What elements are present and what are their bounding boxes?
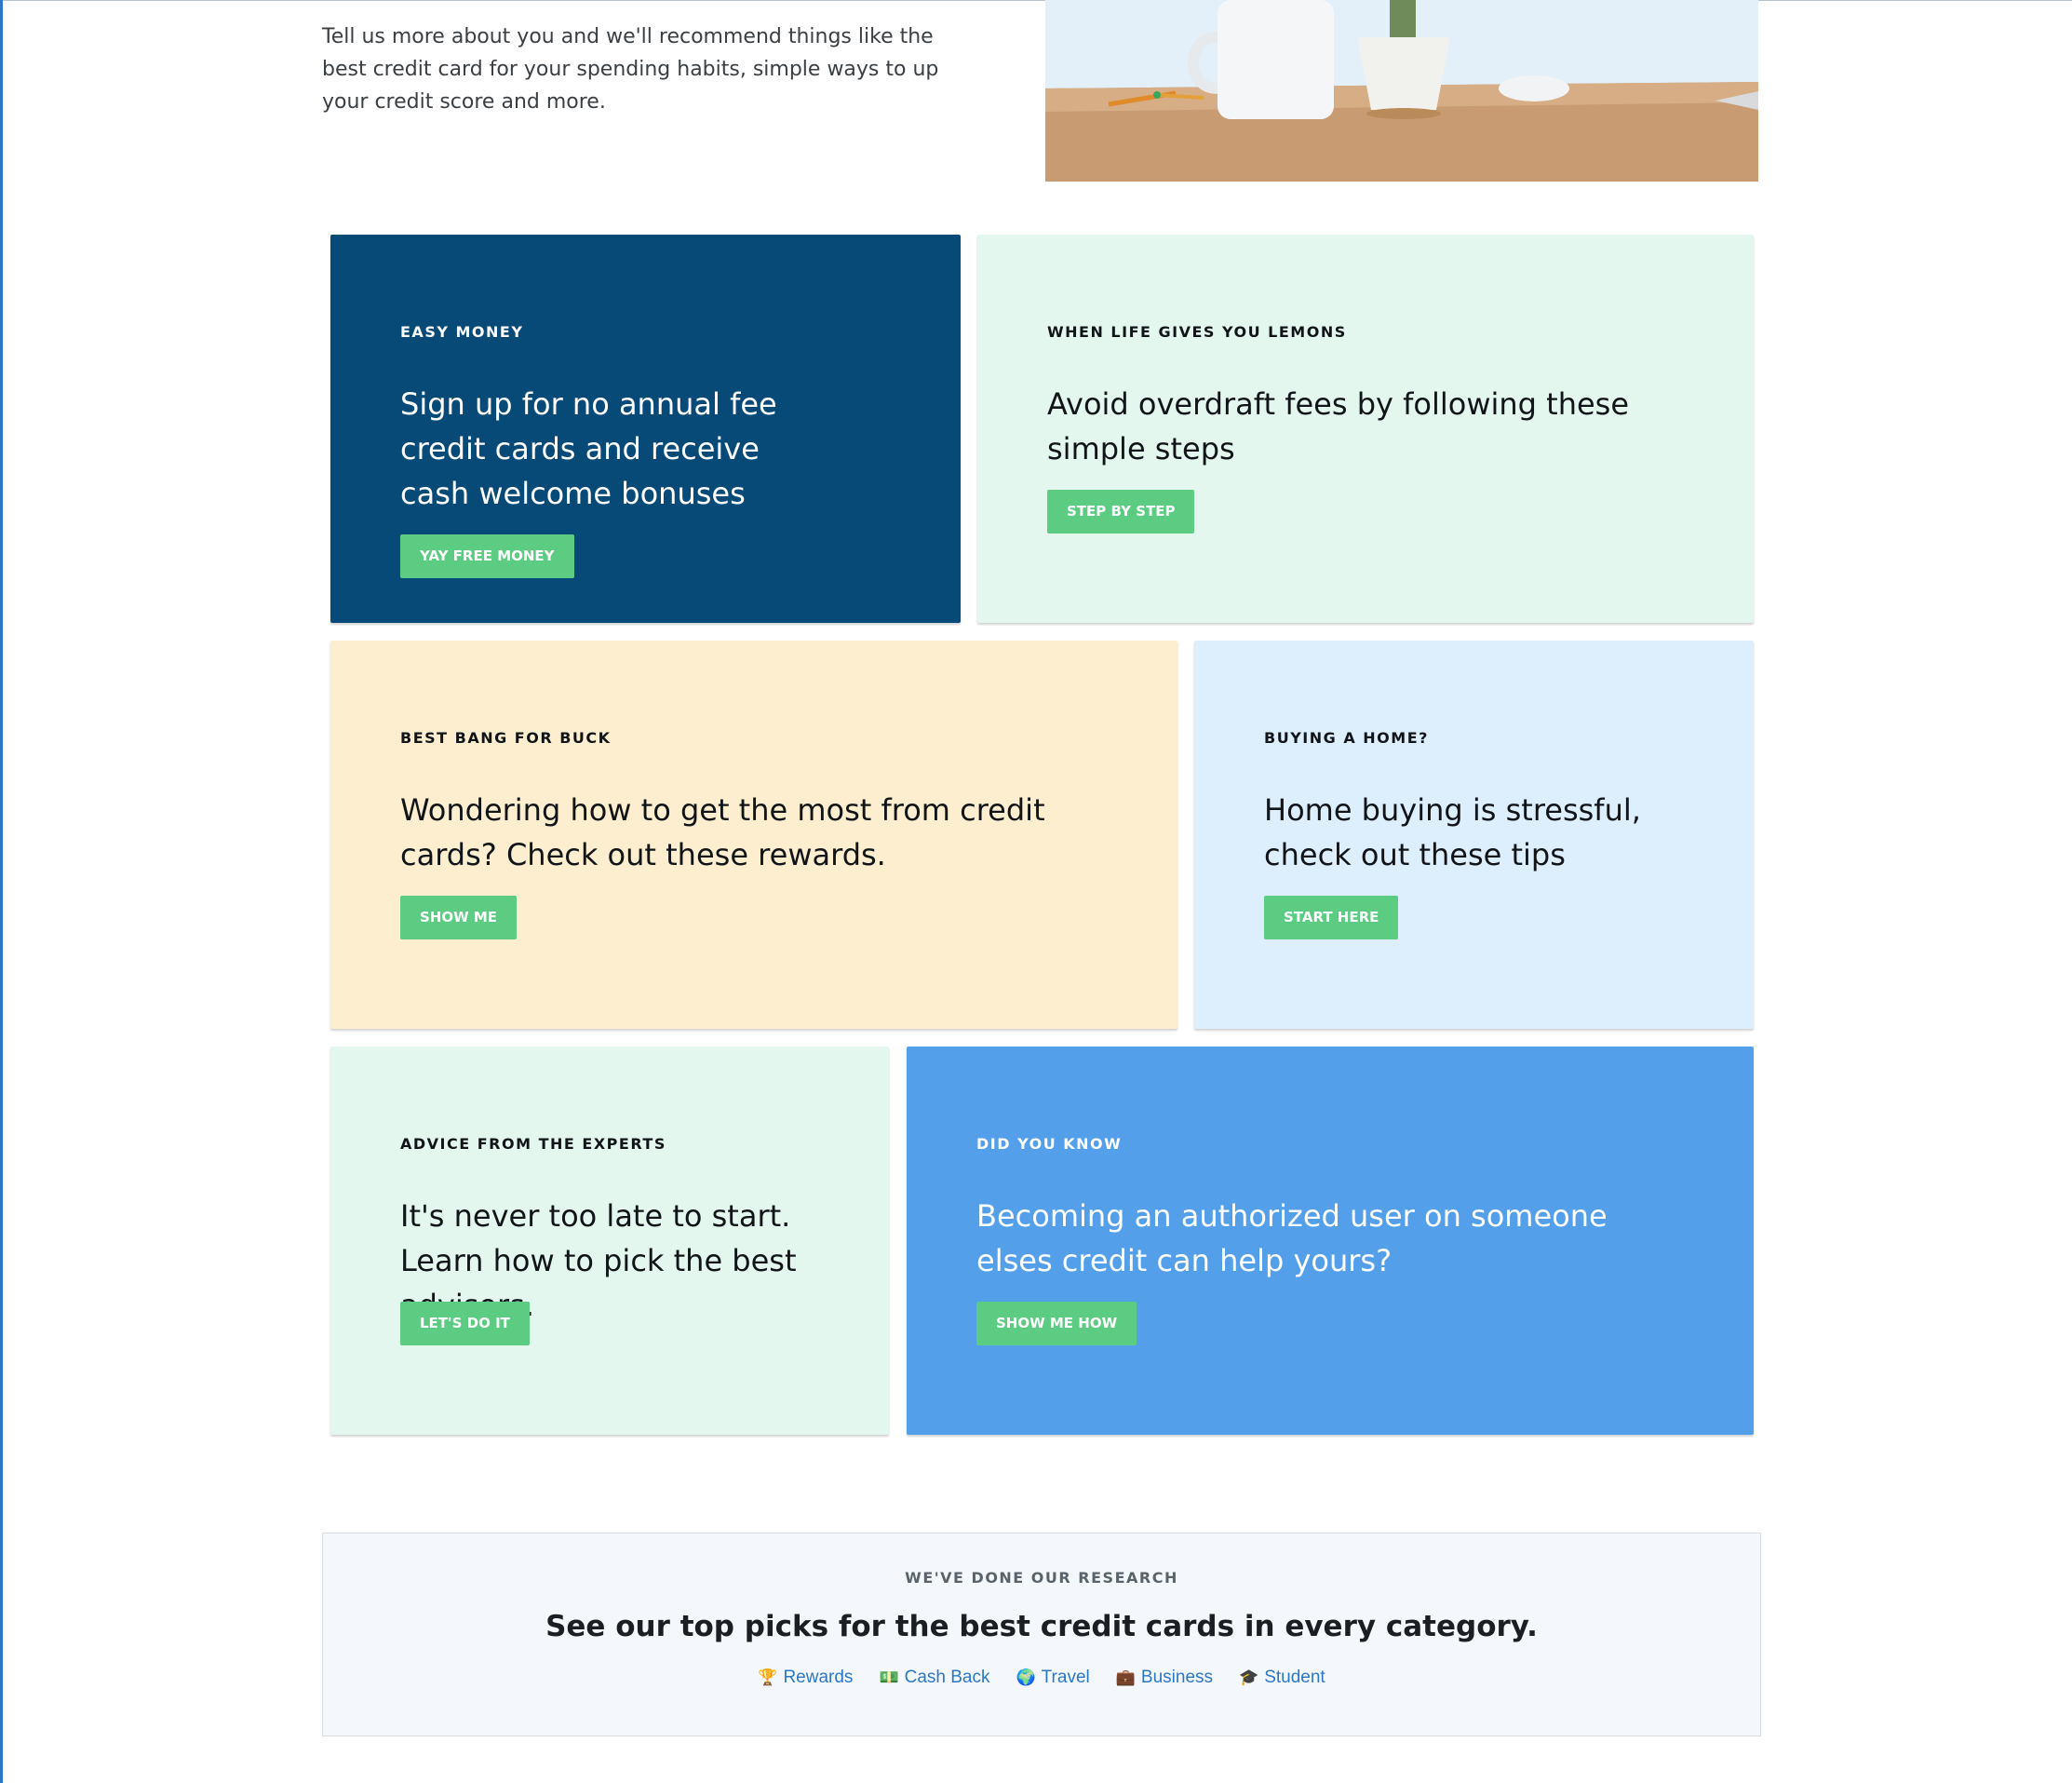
category-links: 🏆 Rewards 💵 Cash Back 🌍 Travel 💼 Busines… <box>323 1668 1760 1688</box>
link-label: Student <box>1264 1668 1325 1687</box>
card-eyebrow: BUYING A HOME? <box>1264 729 1429 747</box>
desk-scene-illustration <box>1045 0 1758 182</box>
travel-link[interactable]: 🌍 Travel <box>1016 1668 1089 1688</box>
yay-free-money-button[interactable]: YAY FREE MONEY <box>400 534 574 578</box>
step-by-step-button[interactable]: STEP BY STEP <box>1047 490 1195 534</box>
card-headline: Sign up for no annual fee credit cards a… <box>400 386 777 511</box>
lets-do-it-button[interactable]: LET'S DO IT <box>400 1302 530 1345</box>
show-me-button[interactable]: SHOW ME <box>400 896 518 939</box>
card-headline: Becoming an authorized user on someone e… <box>976 1198 1608 1278</box>
business-link[interactable]: 💼 Business <box>1116 1668 1213 1688</box>
intro-paragraph: Tell us more about you and we'll recomme… <box>322 25 939 114</box>
research-title: See our top picks for the best credit ca… <box>545 1610 1538 1643</box>
link-label: Cash Back <box>904 1668 990 1687</box>
globe-icon: 🌍 <box>1016 1668 1036 1686</box>
card-eyebrow: ADVICE FROM THE EXPERTS <box>400 1135 666 1153</box>
start-here-button[interactable]: START HERE <box>1264 896 1399 939</box>
card-easy-money: EASY MONEY Sign up for no annual fee cre… <box>330 235 961 623</box>
card-advice-experts: ADVICE FROM THE EXPERTS It's never too l… <box>330 1047 889 1435</box>
research-eyebrow: WE'VE DONE OUR RESEARCH <box>905 1569 1178 1587</box>
show-me-how-button[interactable]: SHOW ME HOW <box>976 1302 1137 1345</box>
card-buying-home: BUYING A HOME? Home buying is stressful,… <box>1194 641 1754 1029</box>
card-headline: Avoid overdraft fees by following these … <box>1047 386 1630 466</box>
cash-back-link[interactable]: 💵 Cash Back <box>879 1668 989 1688</box>
card-eyebrow: BEST BANG FOR BUCK <box>400 729 612 747</box>
rewards-link[interactable]: 🏆 Rewards <box>758 1668 853 1688</box>
trophy-icon: 🏆 <box>758 1668 778 1686</box>
window-top-border <box>0 0 2072 1</box>
cash-icon: 💵 <box>879 1668 899 1686</box>
graduation-cap-icon: 🎓 <box>1239 1668 1259 1686</box>
briefcase-icon: 💼 <box>1115 1668 1136 1686</box>
card-lemons: WHEN LIFE GIVES YOU LEMONS Avoid overdra… <box>977 235 1754 623</box>
card-did-you-know: DID YOU KNOW Becoming an authorized user… <box>907 1047 1754 1435</box>
student-link[interactable]: 🎓 Student <box>1239 1668 1325 1688</box>
hero-image <box>1045 0 1758 182</box>
link-label: Travel <box>1041 1668 1090 1687</box>
card-eyebrow: WHEN LIFE GIVES YOU LEMONS <box>1047 323 1347 341</box>
card-best-bang: BEST BANG FOR BUCK Wondering how to get … <box>330 641 1177 1029</box>
window-left-border <box>0 0 3 1783</box>
card-eyebrow: DID YOU KNOW <box>976 1135 1123 1153</box>
card-headline: Home buying is stressful, check out thes… <box>1264 792 1641 872</box>
research-banner: WE'VE DONE OUR RESEARCH See our top pick… <box>322 1533 1761 1736</box>
card-headline: Wondering how to get the most from credi… <box>400 792 1045 872</box>
card-eyebrow: EASY MONEY <box>400 323 524 341</box>
link-label: Business <box>1140 1668 1214 1687</box>
link-label: Rewards <box>783 1668 854 1687</box>
